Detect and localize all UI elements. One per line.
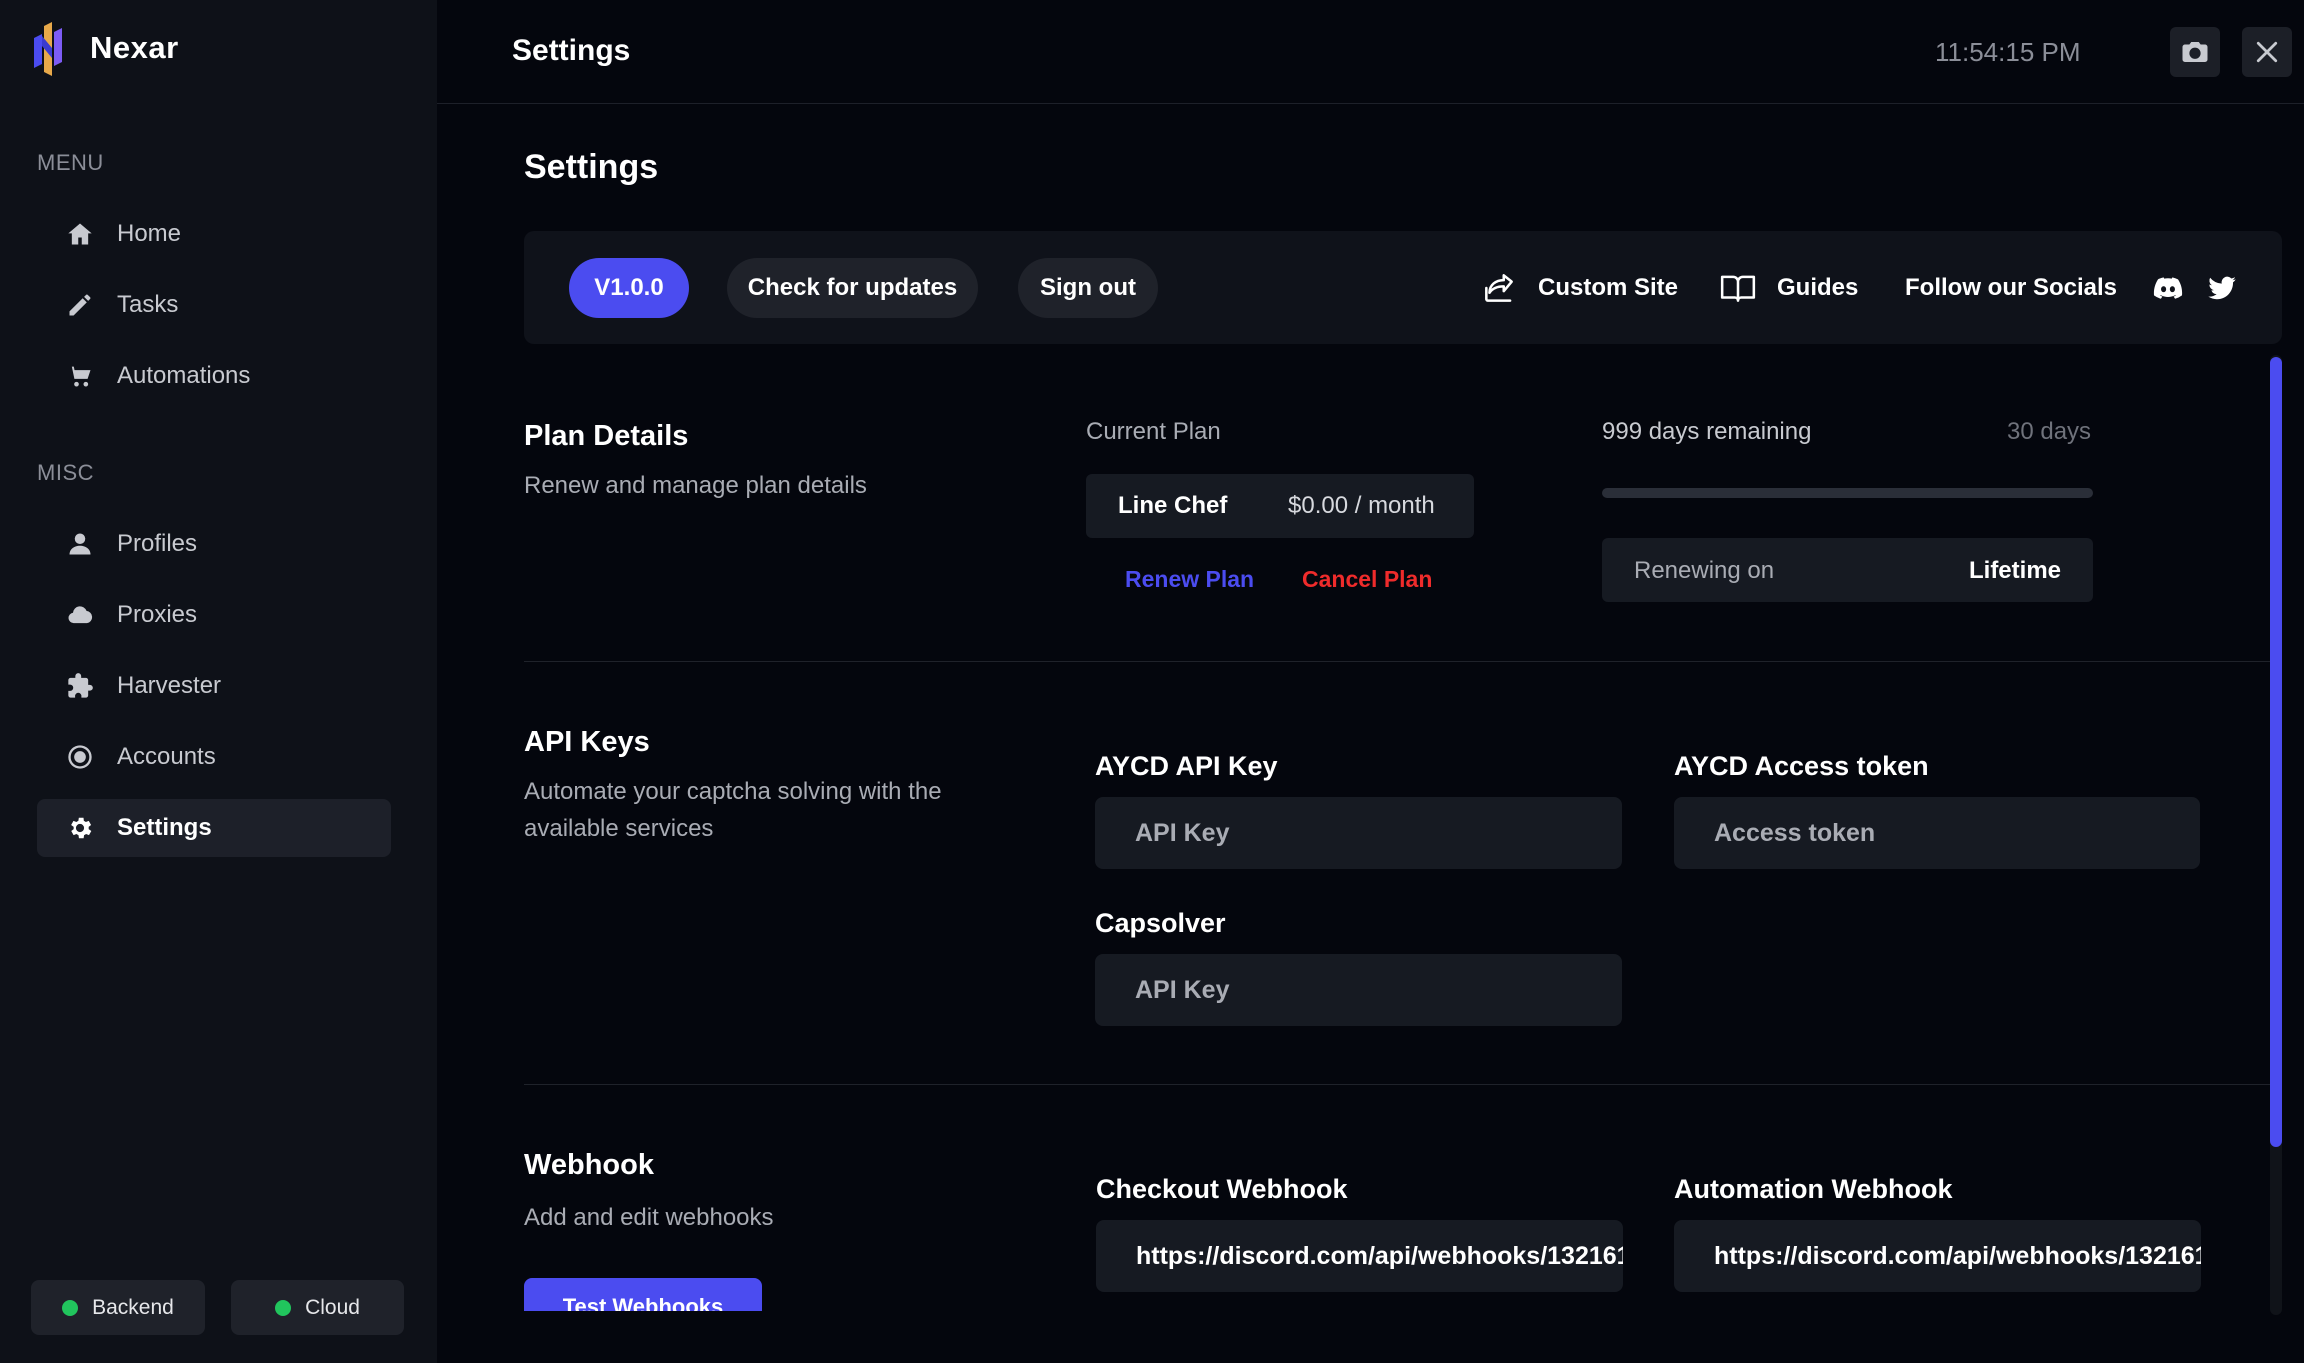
aycd-access-token-label: AYCD Access token xyxy=(1674,751,1929,781)
version-badge[interactable]: V1.0.0 xyxy=(569,258,689,318)
backend-status-label: Backend xyxy=(92,1295,174,1319)
webhook-section-subtitle: Add and edit webhooks xyxy=(524,1204,774,1231)
webhook-section-title: Webhook xyxy=(524,1149,654,1181)
misc-heading: MISC xyxy=(37,460,94,485)
sidebar-item-tasks[interactable]: Tasks xyxy=(37,276,391,334)
book-icon xyxy=(1720,275,1756,302)
user-icon xyxy=(65,529,95,559)
custom-site-link[interactable]: Custom Site xyxy=(1480,266,1678,310)
sidebar-item-automations[interactable]: Automations xyxy=(37,347,391,405)
sidebar-item-label: Automations xyxy=(117,362,251,389)
aycd-access-token-input[interactable] xyxy=(1674,797,2200,869)
current-plan-label: Current Plan xyxy=(1086,418,1221,445)
status-dot xyxy=(62,1299,79,1316)
cloud-status-label: Cloud xyxy=(305,1295,360,1319)
scrollbar-thumb[interactable] xyxy=(2270,357,2282,1147)
sidebar-item-harvester[interactable]: Harvester xyxy=(37,657,391,715)
puzzle-icon xyxy=(65,671,95,701)
aycd-api-key-input[interactable] xyxy=(1095,797,1622,869)
cart-icon xyxy=(65,361,95,391)
check-updates-button[interactable]: Check for updates xyxy=(727,258,978,318)
top-bar: Settings 11:54:15 PM xyxy=(437,0,2304,104)
checkout-webhook-label: Checkout Webhook xyxy=(1096,1174,1348,1204)
test-webhooks-button[interactable]: Test Webhooks xyxy=(524,1278,762,1311)
status-dot xyxy=(275,1299,292,1316)
automation-webhook-input[interactable] xyxy=(1674,1220,2201,1292)
main-scrollbar[interactable] xyxy=(2270,355,2282,1315)
sidebar-item-label: Tasks xyxy=(117,291,179,318)
clock: 11:54:15 PM xyxy=(1935,37,2081,67)
cloud-status: Cloud xyxy=(231,1280,404,1335)
test-webhooks-label: Test Webhooks xyxy=(562,1294,724,1311)
app-name: Nexar xyxy=(90,30,179,65)
sidebar-item-label: Home xyxy=(117,220,182,247)
sidebar-item-accounts[interactable]: Accounts xyxy=(37,728,391,786)
brand: Nexar xyxy=(30,18,179,78)
page-title: Settings xyxy=(524,148,659,186)
twitter-link[interactable] xyxy=(2207,266,2237,310)
sign-out-button[interactable]: Sign out xyxy=(1018,258,1158,318)
sidebar-item-label: Harvester xyxy=(117,672,222,699)
camera-icon xyxy=(2182,42,2208,62)
home-icon xyxy=(65,219,95,249)
renewing-label: Renewing on xyxy=(1634,557,1775,584)
api-keys-section-subtitle: Automate your captcha solving with the a… xyxy=(524,778,942,842)
guides-label: Guides xyxy=(1777,274,1859,301)
gear-icon xyxy=(65,813,95,843)
sidebar: Nexar MENU Home Tasks Automations MISC P… xyxy=(0,0,437,1363)
close-button[interactable] xyxy=(2242,27,2292,77)
checkout-webhook-input[interactable] xyxy=(1096,1220,1623,1292)
cloud-icon xyxy=(65,600,95,630)
aycd-api-key-label: AYCD API Key xyxy=(1095,751,1278,781)
settings-toolbar: V1.0.0 Check for updates Sign out Custom… xyxy=(524,231,2282,344)
discord-link[interactable] xyxy=(2152,266,2184,310)
plan-name: Line Chef xyxy=(1118,492,1228,519)
section-divider xyxy=(524,661,2270,662)
cancel-plan-button[interactable]: Cancel Plan xyxy=(1302,566,1432,593)
plan-progress-bar xyxy=(1602,488,2093,498)
sidebar-item-proxies[interactable]: Proxies xyxy=(37,586,391,644)
renewing-box: Renewing on Lifetime xyxy=(1602,538,2093,602)
sidebar-item-label: Proxies xyxy=(117,601,198,628)
sidebar-item-label: Settings xyxy=(117,814,212,841)
nexar-logo-icon xyxy=(34,22,62,76)
pencil-icon xyxy=(65,290,95,320)
sidebar-item-home[interactable]: Home xyxy=(37,205,391,263)
close-icon xyxy=(2256,41,2278,63)
twitter-icon xyxy=(2208,276,2236,300)
plan-price: $0.00 / month xyxy=(1288,492,1435,519)
share-icon xyxy=(1485,274,1513,302)
custom-site-label: Custom Site xyxy=(1538,274,1679,301)
days-remaining: 999 days remaining xyxy=(1602,418,1812,445)
window-title: Settings xyxy=(512,34,631,67)
sidebar-item-profiles[interactable]: Profiles xyxy=(37,515,391,573)
sidebar-item-settings[interactable]: Settings xyxy=(37,799,391,857)
guides-link[interactable]: Guides xyxy=(1719,266,1858,310)
current-plan-box: Line Chef $0.00 / month xyxy=(1086,474,1474,538)
automation-webhook-label: Automation Webhook xyxy=(1674,1174,1953,1204)
screenshot-button[interactable] xyxy=(2170,27,2220,77)
renew-plan-button[interactable]: Renew Plan xyxy=(1125,566,1254,593)
renewing-value: Lifetime xyxy=(1968,557,2061,584)
menu-heading: MENU xyxy=(37,150,104,175)
follow-socials-label: Follow our Socials xyxy=(1905,274,2118,301)
plan-section-subtitle: Renew and manage plan details xyxy=(524,472,867,499)
api-keys-section-title: API Keys xyxy=(524,726,650,758)
discord-icon xyxy=(2153,277,2183,299)
capsolver-api-key-input[interactable] xyxy=(1095,954,1622,1026)
plan-period: 30 days xyxy=(2007,418,2092,445)
sidebar-item-label: Profiles xyxy=(117,530,198,557)
section-divider xyxy=(524,1084,2270,1085)
plan-progress-fill xyxy=(1602,488,2093,498)
sidebar-item-label: Accounts xyxy=(117,743,216,770)
capsolver-label: Capsolver xyxy=(1095,908,1226,938)
account-circle-icon xyxy=(65,742,95,772)
plan-section-title: Plan Details xyxy=(524,420,689,452)
backend-status: Backend xyxy=(31,1280,205,1335)
